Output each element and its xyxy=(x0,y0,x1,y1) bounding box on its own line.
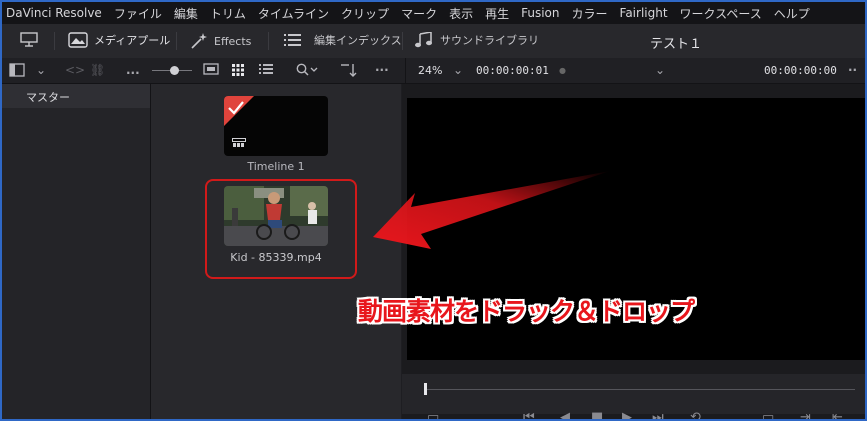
menu-bar: DaVinci Resolve ファイル 編集 トリム タイムライン クリップ … xyxy=(2,2,865,24)
timeline-clip-name: Timeline 1 xyxy=(247,160,305,173)
loop-icon[interactable]: ⟲ xyxy=(690,410,701,419)
edit-index-label: 編集インデックス xyxy=(314,34,402,47)
media-pool-button[interactable]: メディアプール xyxy=(68,32,170,48)
zoom-level[interactable]: 24% xyxy=(418,64,442,77)
selected-checkmark-icon xyxy=(224,96,254,126)
app-window: DaVinci Resolve ファイル 編集 トリム タイムライン クリップ … xyxy=(0,0,867,421)
sub-toolbar: ⌄ <> ⛓ ... ··· 24% ⌄ 00:00:00:01 ● ⌄ 00:… xyxy=(2,58,865,84)
code-brackets-icon[interactable]: <> xyxy=(65,63,85,77)
media-pool-panel: Timeline 1 Kid - 85339.mp4 xyxy=(151,84,401,419)
unlink-icon[interactable]: ⛓ xyxy=(90,63,105,77)
overwrite-clip-icon[interactable]: ⇥ xyxy=(800,410,811,419)
toolbar: メディアプール Effects 編集インデックス サウンドライブラリ テスト１ xyxy=(2,24,865,59)
menu-fusion[interactable]: Fusion xyxy=(515,6,565,20)
project-title: テスト１ xyxy=(650,37,703,52)
menu-fairlight[interactable]: Fairlight xyxy=(614,6,674,20)
scrub-bar[interactable] xyxy=(402,374,865,414)
viewer-dropdown-icon[interactable]: ⌄ xyxy=(655,63,665,77)
more-options-icon[interactable]: ··· xyxy=(375,63,389,77)
replace-clip-icon[interactable]: ⇤ xyxy=(832,410,843,419)
list-view-icon[interactable] xyxy=(259,63,273,78)
music-note-icon xyxy=(415,32,432,48)
sound-library-label: サウンドライブラリ xyxy=(440,34,539,47)
scrub-track xyxy=(425,389,855,390)
menu-color[interactable]: カラー xyxy=(566,5,614,22)
metadata-view-icon[interactable] xyxy=(203,63,219,78)
menu-app-name[interactable]: DaVinci Resolve xyxy=(2,6,108,20)
panel-toggle-icon[interactable] xyxy=(9,63,25,80)
play-icon[interactable]: ▶ xyxy=(622,410,632,419)
skip-back-icon[interactable]: ⏮ xyxy=(523,410,535,419)
more-options-button[interactable]: ... xyxy=(126,63,140,77)
menu-view[interactable]: 表示 xyxy=(443,5,479,22)
viewer-mode-icon[interactable]: ▭ xyxy=(427,410,439,419)
edit-index-button[interactable]: 編集インデックス xyxy=(284,32,402,48)
media-pool-label: メディアプール xyxy=(94,34,171,47)
bin-list-panel: マスター xyxy=(2,84,151,419)
menu-file[interactable]: ファイル xyxy=(108,5,168,22)
playhead[interactable] xyxy=(424,383,427,395)
dot-icon: ● xyxy=(559,66,566,75)
sound-library-button[interactable]: サウンドライブラリ xyxy=(414,32,539,48)
menu-clip[interactable]: クリップ xyxy=(335,5,395,22)
viewer-options-icon[interactable]: ·· xyxy=(848,63,857,77)
magic-wand-icon xyxy=(191,33,207,49)
stop-icon[interactable]: ■ xyxy=(591,410,603,419)
media-pool-icon xyxy=(68,32,88,48)
timeline-icon xyxy=(232,138,246,147)
grid-view-icon[interactable] xyxy=(231,63,245,80)
menu-workspace[interactable]: ワークスペース xyxy=(674,5,768,22)
video-thumbnail-image xyxy=(224,186,328,246)
video-clip-thumbnail[interactable] xyxy=(224,186,328,246)
thumbnail-size-slider[interactable] xyxy=(152,66,192,75)
skip-forward-icon[interactable]: ⏭ xyxy=(652,410,664,419)
menu-help[interactable]: ヘルプ xyxy=(768,5,816,22)
menu-trim[interactable]: トリム xyxy=(204,5,252,22)
monitor-icon[interactable] xyxy=(20,32,38,48)
timecode-in: 00:00:00:01 xyxy=(476,64,549,77)
slider-handle[interactable] xyxy=(170,66,179,75)
chevron-down-icon[interactable]: ⌄ xyxy=(36,63,46,77)
bin-master-label: マスター xyxy=(26,91,70,104)
insert-clip-icon[interactable]: ▭ xyxy=(762,410,774,419)
sort-icon[interactable] xyxy=(340,63,358,80)
bin-master[interactable]: マスター xyxy=(2,84,150,108)
play-reverse-icon[interactable]: ◀ xyxy=(560,410,570,419)
drag-arrow-annotation xyxy=(373,171,610,249)
video-clip-name: Kid - 85339.mp4 xyxy=(230,251,322,264)
zoom-dropdown-icon[interactable]: ⌄ xyxy=(453,63,463,77)
menu-edit[interactable]: 編集 xyxy=(168,5,204,22)
effects-label: Effects xyxy=(214,34,252,48)
effects-button[interactable]: Effects xyxy=(190,32,251,50)
search-icon[interactable] xyxy=(296,63,318,80)
timeline-clip-thumbnail[interactable] xyxy=(224,96,328,156)
menu-timeline[interactable]: タイムライン xyxy=(252,5,335,22)
list-icon xyxy=(284,34,301,46)
instruction-caption: 動画素材をドラック＆ドロップ xyxy=(358,297,695,326)
menu-mark[interactable]: マーク xyxy=(395,5,443,22)
menu-playback[interactable]: 再生 xyxy=(479,5,515,22)
timecode-out: 00:00:00:00 xyxy=(764,64,837,77)
